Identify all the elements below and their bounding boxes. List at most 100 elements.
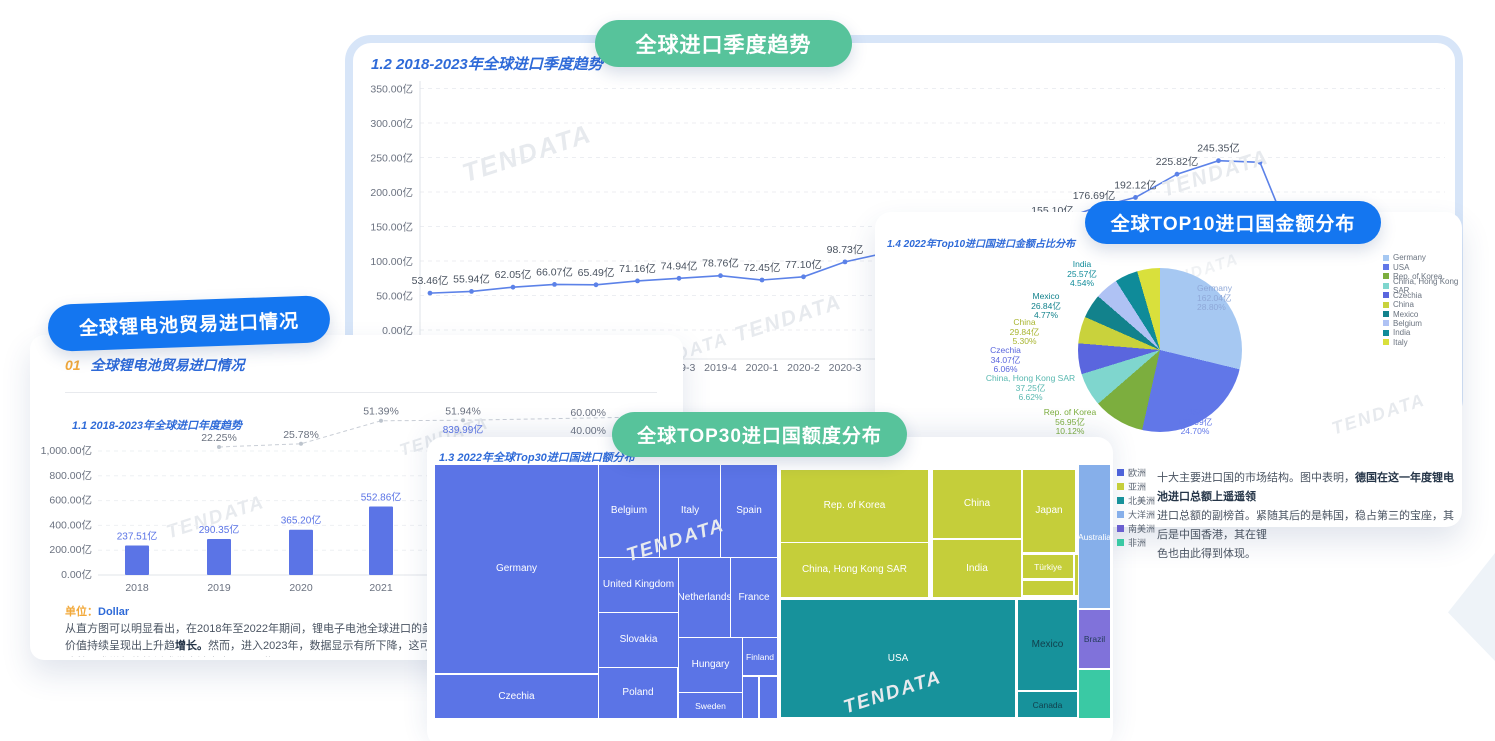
treemap-legend-item[interactable]: 亚洲: [1117, 479, 1155, 493]
legend-swatch-icon: [1117, 497, 1124, 504]
data-point[interactable]: [552, 282, 557, 287]
y-axis-tick: 100.00亿: [370, 255, 413, 268]
treemap-cell-usa[interactable]: USA138.99亿: [781, 600, 1015, 717]
treemap-cell-label: Netherlands20.13亿: [678, 592, 732, 604]
pie-legend-item[interactable]: USA: [1383, 262, 1462, 271]
treemap-cell-label: Belgium25.84亿: [611, 505, 647, 517]
bar-2021[interactable]: [369, 506, 393, 575]
treemap-cell-czechia[interactable]: Czechia34.07亿: [435, 675, 598, 718]
treemap-cell-poland[interactable]: Poland20.16亿: [599, 668, 677, 718]
overview-paragraph-bold: 增长。: [175, 640, 208, 652]
data-point[interactable]: [801, 274, 806, 279]
treemap-cell-unlabeled[interactable]: [743, 677, 758, 718]
treemap-cell-finland[interactable]: Finland6.42亿: [743, 638, 777, 675]
treemap-cell-sweden[interactable]: Sweden7.96亿: [679, 693, 742, 718]
treemap-cell-slovakia[interactable]: Slovakia21.08亿: [599, 613, 678, 667]
legend-label: USA: [1393, 263, 1409, 272]
treemap-cell-china[interactable]: China29.84亿: [933, 470, 1021, 538]
data-point[interactable]: [594, 282, 599, 287]
y-axis-tick: 0.00亿: [61, 568, 92, 581]
treemap-chart-title: 1.3 2022年全球Top30进口国进口额分布: [439, 449, 635, 465]
treemap-cell-label: Brazil9.13亿: [1084, 633, 1105, 645]
section-divider: [65, 392, 657, 393]
pie-legend-item[interactable]: China, Hong Kong SAR: [1383, 281, 1462, 290]
bar-value-label: 237.51亿: [117, 530, 158, 543]
legend-label: 亚洲: [1128, 480, 1146, 493]
growth-point[interactable]: [461, 418, 465, 422]
treemap-cell-unlabeled[interactable]: [1075, 555, 1078, 595]
treemap-cell-label: Canada8.76亿: [1033, 699, 1063, 711]
x-axis-tick: 2020: [289, 582, 313, 594]
treemap-cell-t-rkiye[interactable]: Türkiye6.26亿: [1023, 555, 1073, 578]
treemap-cell-germany[interactable]: Germany162.04亿: [435, 465, 598, 673]
data-point[interactable]: [1133, 195, 1138, 200]
treemap-cell-canada[interactable]: Canada8.76亿: [1018, 692, 1077, 717]
treemap-cell-australia[interactable]: Australia21.34亿: [1079, 465, 1110, 608]
treemap-cell-china-hong-kong-sar[interactable]: China, Hong Kong SAR37.25亿: [781, 543, 928, 597]
data-point[interactable]: [1175, 172, 1180, 177]
legend-swatch-icon: [1383, 255, 1389, 261]
pie-legend-item[interactable]: Belgium: [1383, 319, 1462, 328]
treemap-cell-united-kingdom[interactable]: United Kingdom21.37亿: [599, 558, 678, 612]
data-point[interactable]: [718, 273, 723, 278]
growth-point[interactable]: [299, 442, 303, 446]
treemap-cell-unlabeled[interactable]: [1023, 581, 1073, 595]
data-point[interactable]: [760, 278, 765, 283]
growth-point[interactable]: [217, 445, 221, 449]
bar-2019[interactable]: [207, 539, 231, 575]
treemap-legend-item[interactable]: 北美洲: [1117, 493, 1155, 507]
bar-2018[interactable]: [125, 546, 149, 575]
treemap-cell-unlabeled[interactable]: [760, 677, 777, 718]
treemap-cell-mexico[interactable]: Mexico26.84亿: [1018, 600, 1077, 690]
data-point[interactable]: [1216, 158, 1221, 163]
data-point[interactable]: [843, 259, 848, 264]
right-axis-tick: 60.00%: [570, 407, 606, 419]
treemap-legend-item[interactable]: 南美洲: [1117, 521, 1155, 535]
legend-label: 南美洲: [1128, 522, 1155, 535]
treemap-cell-italy[interactable]: Italy25.26亿: [660, 465, 720, 557]
treemap-legend-item[interactable]: 大洋洲: [1117, 507, 1155, 521]
pie-legend-item[interactable]: Italy: [1383, 338, 1462, 347]
treemap-cell-france[interactable]: France19.02亿: [731, 558, 777, 637]
treemap-cell-spain[interactable]: Spain24.39亿: [721, 465, 777, 557]
data-point-label: 98.73亿: [827, 243, 864, 256]
data-point-label: 53.46亿: [412, 274, 449, 287]
pie-legend-item[interactable]: China: [1383, 300, 1462, 309]
treemap-legend-item[interactable]: 欧洲: [1117, 465, 1155, 479]
bar-2020[interactable]: [289, 530, 313, 575]
pie-paragraph-line1: 十大主要进口国的市场结构。图中表明，: [1157, 472, 1355, 484]
legend-label: 大洋洲: [1128, 508, 1155, 521]
treemap-cell-netherlands[interactable]: Netherlands20.13亿: [679, 558, 730, 637]
treemap-cell-hungary[interactable]: Hungary17.35亿: [679, 638, 742, 692]
unit-value: Dollar: [98, 606, 129, 618]
unit-label: 单位：: [65, 606, 98, 618]
data-point-label: 225.82亿: [1156, 155, 1199, 168]
treemap-cell-rep-of-korea[interactable]: Rep. of Korea56.95亿: [781, 470, 928, 542]
data-point[interactable]: [677, 276, 682, 281]
pie-legend-item[interactable]: Mexico: [1383, 309, 1462, 318]
pie-legend-item[interactable]: India: [1383, 328, 1462, 337]
badge-overview: 全球锂电池贸易进口情况: [47, 295, 330, 352]
data-point[interactable]: [511, 285, 516, 290]
treemap-cell-brazil[interactable]: Brazil9.13亿: [1079, 610, 1110, 668]
data-point[interactable]: [635, 278, 640, 283]
treemap-cell-label: Mexico26.84亿: [1032, 639, 1064, 651]
data-point-label: 55.94亿: [453, 272, 490, 285]
treemap-cell-india[interactable]: India25.57亿: [933, 540, 1021, 597]
bar-value-label: 290.35亿: [199, 523, 240, 536]
data-point[interactable]: [469, 289, 474, 294]
treemap-cell-japan[interactable]: Japan22.67亿: [1023, 470, 1075, 552]
legend-swatch-icon: [1117, 469, 1124, 476]
legend-label: India: [1393, 328, 1410, 337]
legend-swatch-icon: [1117, 539, 1124, 546]
growth-point[interactable]: [379, 419, 383, 423]
treemap-legend-item[interactable]: 非洲: [1117, 535, 1155, 549]
treemap-cell-label: Italy25.26亿: [681, 505, 699, 517]
badge-quarterly-trend: 全球进口季度趋势: [595, 20, 852, 67]
pie-legend-item[interactable]: Germany: [1383, 253, 1462, 262]
data-point[interactable]: [1258, 160, 1263, 165]
treemap-cell-unlabeled[interactable]: [1079, 670, 1110, 718]
data-point-label: 74.94亿: [661, 259, 698, 272]
data-point[interactable]: [428, 291, 433, 296]
treemap-cell-belgium[interactable]: Belgium25.84亿: [599, 465, 659, 557]
